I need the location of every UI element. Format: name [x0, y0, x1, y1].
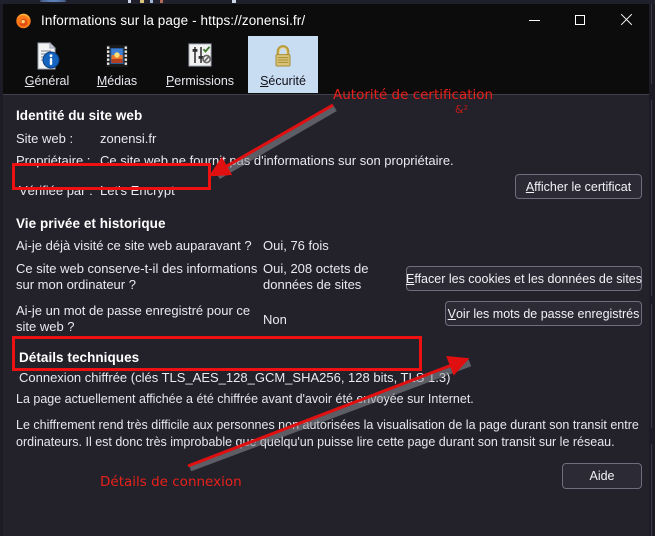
view-certificate-button[interactable]: Afficher le certificat	[515, 174, 642, 199]
tab-media-accesskey: M	[96, 74, 108, 88]
maximize-button[interactable]	[557, 4, 603, 36]
technical-paragraph-2: Le chiffrement rend très difficile aux p…	[16, 418, 639, 449]
maximize-icon	[575, 15, 585, 25]
tab-media[interactable]: Médias	[82, 36, 152, 93]
visited-before-value: Oui, 76 fois	[263, 238, 329, 253]
tab-permissions-label: Permissions	[166, 74, 234, 88]
document-info-icon	[32, 40, 62, 72]
window-controls	[511, 4, 649, 36]
website-label: Site web :	[16, 131, 74, 146]
help-button[interactable]: Aide	[562, 463, 642, 489]
clear-cookies-rest: ffacer les cookies et les données de sit…	[414, 271, 643, 286]
saved-password-value: Non	[263, 312, 287, 327]
visited-before-label: Ai-je déjà visité ce site web auparavant…	[16, 238, 252, 253]
saved-password-label: Ai-je un mot de passe enregistré pour ce…	[16, 303, 251, 334]
verified-by-value: Let's Encrypt	[100, 183, 175, 198]
minimize-button[interactable]	[511, 4, 557, 36]
tab-security[interactable]: Sécurité	[248, 36, 318, 93]
view-passwords-accesskey: V	[447, 306, 456, 321]
sliders-icon	[185, 40, 215, 72]
tab-strip: Général Médias Permissions Sécurité	[3, 36, 649, 95]
identity-heading: Identité du site web	[16, 108, 143, 123]
close-icon	[620, 14, 632, 26]
tab-general-rest: énéral	[34, 74, 70, 88]
firefox-icon	[15, 12, 32, 29]
tab-permissions[interactable]: Permissions	[152, 36, 248, 93]
window-title: Informations sur la page - https://zonen…	[41, 12, 306, 28]
view-certificate-accesskey: A	[525, 179, 535, 194]
tab-security-rest: écurité	[268, 74, 306, 88]
view-passwords-button[interactable]: Voir les mots de passe enregistrés	[445, 301, 642, 326]
close-button[interactable]	[603, 4, 649, 36]
title-bar: Informations sur la page - https://zonen…	[3, 4, 649, 36]
tab-security-label: Sécurité	[260, 74, 306, 88]
website-value: zonensi.fr	[100, 131, 157, 146]
tab-media-label: Médias	[97, 74, 137, 88]
tab-permissions-rest: ermissions	[174, 74, 235, 88]
padlock-icon	[268, 40, 298, 72]
technical-heading: Détails techniques	[19, 350, 140, 365]
technical-paragraph-1: La page actuellement affichée a été chif…	[16, 392, 474, 406]
page-info-window: Informations sur la page - https://zonen…	[3, 4, 649, 536]
stores-info-value: Oui, 208 octets de données de sites	[263, 261, 369, 292]
owner-label: Propriétaire :	[16, 153, 91, 168]
background-desktop-right	[649, 4, 655, 536]
help-button-label: Aide	[589, 469, 615, 483]
film-image-icon	[102, 40, 132, 72]
view-certificate-rest: fficher le certificat	[534, 179, 632, 194]
minimize-icon	[528, 19, 540, 21]
tab-general-label: Général	[25, 74, 69, 88]
verified-by-label: Vérifiée par :	[19, 183, 93, 198]
clear-cookies-button[interactable]: Effacer les cookies et les données de si…	[406, 266, 642, 291]
security-panel: Identité du site web Site web : zonensi.…	[3, 95, 649, 536]
stores-info-label: Ce site web conserve-t-il des informatio…	[16, 261, 258, 292]
view-passwords-rest: oir les mots de passe enregistrés	[455, 306, 640, 321]
clear-cookies-accesskey: E	[405, 271, 415, 286]
privacy-heading: Vie privée et historique	[16, 216, 166, 231]
connection-info: Connexion chiffrée (clés TLS_AES_128_GCM…	[19, 370, 451, 385]
tab-general[interactable]: Général	[12, 36, 82, 93]
tab-media-rest: édias	[107, 74, 138, 88]
screen: Informations sur la page - https://zonen…	[0, 0, 655, 536]
owner-value: Ce site web ne fournit pas d'information…	[100, 153, 454, 168]
